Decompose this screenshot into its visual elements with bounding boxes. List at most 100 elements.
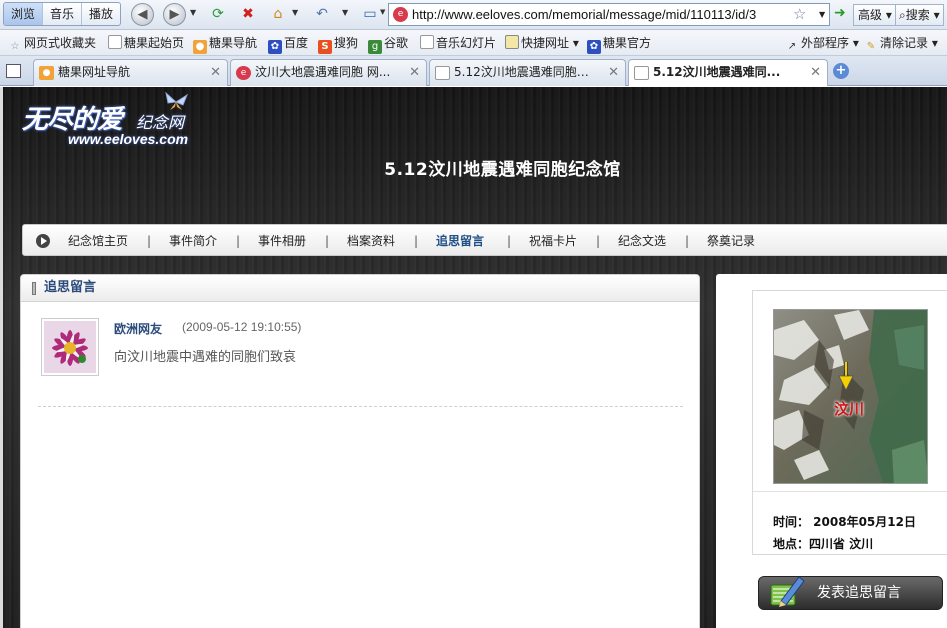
tab-hall-page[interactable]: 5.12汶川地震遇难同胞纪... ✕ [429,59,626,86]
star-outline-icon: ☆ [10,41,20,52]
tab-candy-nav[interactable]: ● 糖果网址导航 ✕ [33,59,228,86]
message-author[interactable]: 欧洲网友 [114,320,162,337]
tab-hall-messages[interactable]: 5.12汶川地震遇难同... ✕ [628,59,828,86]
pen-notebook-icon [770,576,805,607]
mode-music-tab[interactable]: 音乐 [43,3,83,25]
favorite-star-icon[interactable]: ☆ [793,4,806,25]
post-message-label: 发表追思留言 [817,585,901,601]
baidu-paw-icon: ✿ [268,40,282,54]
bookmark-baidu[interactable]: ✿ 百度 [268,34,309,54]
bookmark-favorites[interactable]: ☆ 网页式收藏夹 [8,34,97,52]
flower-avatar-icon [44,321,96,373]
bookmark-label: 百度 [284,36,309,50]
satellite-map[interactable]: 汶川 [773,309,928,484]
menu-label: 清除记录 [880,36,929,50]
bookmark-label: 搜狗 [334,36,359,50]
bookmark-candy-nav[interactable]: ● 糖果导航 [193,34,258,54]
screen-icon[interactable]: ▭ [360,4,380,24]
broom-icon: ✎ [866,41,876,52]
refresh-icon[interactable]: ⟳ [208,4,228,24]
search-icon: ⌕ [899,8,906,22]
nav-event-intro[interactable]: 事件简介 [169,225,217,257]
title-bar-icon [32,282,36,295]
nav-separator: | [507,234,512,248]
site-logo[interactable]: 无尽的爱 纪念网 www.eeloves.com [22,91,212,155]
event-info-box: 汶川 时间： 2008年05月12日 地点：四川省 汶川 [752,290,947,555]
message-item: 欧洲网友 (2009-05-12 19:10:55) 向汶川地震中遇难的同胞们致… [41,318,681,388]
bookmark-quick-links[interactable]: 快捷网址 ▾ [505,34,579,52]
message-text: 向汶川地震中遇难的同胞们致哀 [114,350,297,365]
bookmark-music-slides[interactable]: 音乐幻灯片 [420,34,496,52]
site-favicon-icon: e [393,7,408,22]
nav-memorial-articles[interactable]: 纪念文选 [618,225,666,257]
nav-event-album[interactable]: 事件相册 [258,225,306,257]
stop-icon[interactable]: ✖ [238,4,258,24]
bookmark-sogou[interactable]: S 搜狗 [318,34,359,54]
page-icon [108,35,122,49]
message-date: (2009-05-12 19:10:55) [182,320,302,334]
advanced-button[interactable]: 高级 ▾ [853,4,897,26]
undo-dropdown-icon[interactable]: ▼ [342,8,348,17]
nav-separator: | [325,234,330,248]
bookmark-label: 网页式收藏夹 [24,36,97,50]
tab-title: 5.12汶川地震遇难同胞纪... [454,65,595,79]
external-programs-menu[interactable]: ↗ 外部程序 ▾ [785,34,859,52]
nav-separator: | [685,234,690,248]
music-play-icon[interactable] [36,234,50,248]
candy-icon: ● [193,40,207,54]
undo-close-icon[interactable]: ↶ [312,4,332,24]
go-arrow-icon[interactable]: ➜ [834,5,846,21]
nav-hall-home[interactable]: 纪念馆主页 [68,225,128,257]
mode-browse-tab[interactable]: 浏览 [4,3,44,25]
home-dropdown-icon[interactable]: ▼ [292,8,298,17]
tab-wenchuan-memorial[interactable]: e 汶川大地震遇难同胞 网... ✕ [230,59,427,86]
page-icon [634,66,649,80]
map-label-wenchuan: 汶川 [834,400,865,418]
page-viewport: 无尽的爱 纪念网 www.eeloves.com 5.12汶川地震遇难同胞纪念馆… [0,87,947,628]
bookmark-google[interactable]: g 谷歌 [368,34,408,54]
back-button[interactable]: ◀ [131,3,154,26]
history-dropdown-icon[interactable]: ▼ [190,8,196,17]
close-tab-icon[interactable]: ✕ [210,60,221,85]
sidebar-toggle-icon[interactable] [6,64,21,78]
nav-tribute-records[interactable]: 祭奠记录 [707,225,755,257]
clear-history-menu[interactable]: ✎ 清除记录 ▾ [864,34,938,52]
event-place: 地点：四川省 汶川 [773,537,874,551]
google-icon: g [368,40,382,54]
forward-button[interactable]: ▶ [163,3,186,26]
nav-archives[interactable]: 档案资料 [347,225,395,257]
logo-url-text: www.eeloves.com [68,131,189,147]
info-divider [753,491,947,492]
event-time: 时间： 2008年05月12日 [773,515,916,529]
advanced-label: 高级 [858,8,883,22]
close-tab-icon[interactable]: ✕ [409,60,420,85]
nav-memorial-messages[interactable]: 追思留言 [436,225,484,257]
mode-play-tab[interactable]: 播放 [82,3,120,25]
screen-dropdown-icon[interactable]: ▼ [380,8,385,16]
messages-panel-header: 追思留言 [21,275,699,302]
address-bar[interactable]: e http://www.eeloves.com/memorial/messag… [388,3,830,26]
messages-panel-title: 追思留言 [44,280,97,295]
address-url[interactable]: http://www.eeloves.com/memorial/message/… [412,4,784,25]
home-icon[interactable]: ⌂ [268,4,288,24]
tab-title: 汶川大地震遇难同胞 网... [255,65,391,79]
page-icon [435,66,450,80]
search-button[interactable]: ⌕搜索 ▾ [895,4,944,26]
bookmark-label: 糖果起始页 [124,36,185,50]
page-icon [420,35,434,49]
new-tab-icon[interactable]: + [833,63,849,79]
close-tab-icon[interactable]: ✕ [810,60,821,85]
avatar[interactable] [41,318,99,376]
bookmark-candy-home[interactable]: 糖果起始页 [108,34,184,52]
bookmarks-bar: ☆ 网页式收藏夹 糖果起始页 ● 糖果导航 ✿ 百度 S 搜狗 g 谷歌 音乐幻灯片 快捷… [0,30,947,56]
butterfly-icon [165,91,189,110]
browser-toolbar: 浏览 音乐 播放 ◀ ▶ ▼ ⟳ ✖ ⌂ ▼ ↶ ▼ ▭ ▼ e http://… [0,0,947,30]
address-dropdown-icon[interactable]: ▼ [819,10,825,19]
bookmark-label: 糖果导航 [209,36,258,50]
bookmark-candy-official[interactable]: ✿ 糖果官方 [587,34,651,54]
post-message-button[interactable]: 发表追思留言 [758,576,943,610]
folder-icon [505,35,519,49]
nav-blessing-cards[interactable]: 祝福卡片 [529,225,577,257]
nav-separator: | [414,234,419,248]
close-tab-icon[interactable]: ✕ [608,60,619,85]
